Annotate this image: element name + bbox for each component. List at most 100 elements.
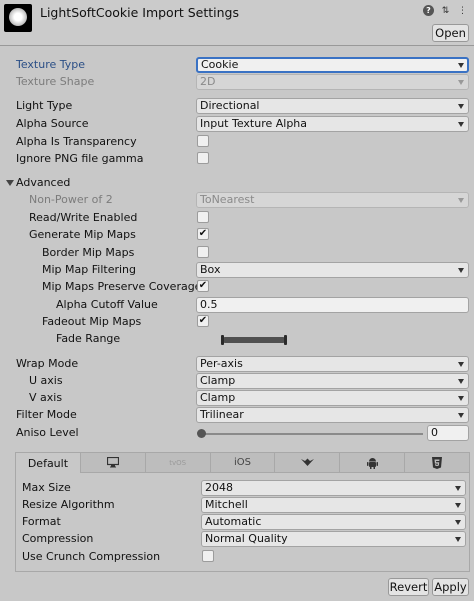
monitor-icon xyxy=(106,457,119,468)
aniso-level-slider-handle[interactable] xyxy=(197,429,206,438)
fadeout-mip-maps-checkbox[interactable]: ✔ xyxy=(197,315,209,327)
u-axis-dropdown[interactable]: Clamp xyxy=(196,373,469,389)
resize-algorithm-row: Resize Algorithm Mitchell xyxy=(1,497,474,514)
tab-ios[interactable]: iOS xyxy=(210,453,276,473)
v-axis-value: Clamp xyxy=(200,391,236,404)
u-axis-row: U axis Clamp xyxy=(0,373,474,390)
advanced-foldout[interactable]: Advanced xyxy=(0,175,474,192)
mip-map-filtering-value: Box xyxy=(200,263,221,276)
wrap-mode-dropdown[interactable]: Per-axis xyxy=(196,356,469,372)
aniso-level-label: Aniso Level xyxy=(16,426,79,439)
foldout-arrow-icon[interactable] xyxy=(6,180,14,186)
non-power-of-2-value: ToNearest xyxy=(200,193,255,206)
read-write-row: Read/Write Enabled xyxy=(0,210,474,227)
max-size-row: Max Size 2048 xyxy=(1,480,474,497)
fade-range-max-handle[interactable] xyxy=(284,335,287,345)
texture-type-dropdown[interactable]: Cookie xyxy=(196,57,469,73)
wrap-mode-label: Wrap Mode xyxy=(16,357,79,370)
format-value: Automatic xyxy=(205,515,262,528)
wrap-mode-value: Per-axis xyxy=(200,357,243,370)
menu-icon[interactable]: ⋮ xyxy=(457,5,468,16)
alpha-is-transparency-checkbox[interactable] xyxy=(197,135,209,147)
light-type-row: Light Type Directional xyxy=(0,98,474,115)
platform-settings-panel: Default tvOS iOS Max Size 2048 Resize Al… xyxy=(15,452,470,572)
aniso-level-slider-track[interactable] xyxy=(201,433,423,435)
resize-algorithm-label: Resize Algorithm xyxy=(22,498,115,511)
tab-android[interactable] xyxy=(340,453,406,473)
wrap-mode-row: Wrap Mode Per-axis xyxy=(0,356,474,373)
alpha-cutoff-field[interactable]: 0.5 xyxy=(196,297,469,313)
alpha-cutoff-row: Alpha Cutoff Value 0.5 xyxy=(0,297,474,314)
u-axis-label: U axis xyxy=(29,374,63,387)
preset-icon[interactable]: ⇅ xyxy=(440,5,451,16)
html5-icon xyxy=(432,456,443,469)
max-size-label: Max Size xyxy=(22,481,71,494)
chevron-down-icon xyxy=(458,362,464,367)
tab-html5[interactable] xyxy=(405,453,470,473)
v-axis-dropdown[interactable]: Clamp xyxy=(196,390,469,406)
alpha-source-row: Alpha Source Input Texture Alpha xyxy=(0,116,474,133)
texture-preview-thumbnail xyxy=(4,4,32,32)
filter-mode-label: Filter Mode xyxy=(16,408,77,421)
filter-mode-dropdown[interactable]: Trilinear xyxy=(196,407,469,423)
chevron-down-icon xyxy=(455,486,461,491)
read-write-label: Read/Write Enabled xyxy=(29,211,138,224)
use-crunch-checkbox[interactable] xyxy=(202,550,214,562)
texture-type-row: Texture Type Cookie xyxy=(0,57,474,74)
alpha-is-transparency-row: Alpha Is Transparency xyxy=(0,134,474,151)
max-size-dropdown[interactable]: 2048 xyxy=(201,480,466,496)
mip-map-filtering-dropdown[interactable]: Box xyxy=(196,262,469,278)
border-mip-maps-row: Border Mip Maps xyxy=(0,245,474,262)
resize-algorithm-dropdown[interactable]: Mitchell xyxy=(201,497,466,513)
use-crunch-row: Use Crunch Compression xyxy=(1,549,474,566)
light-type-dropdown[interactable]: Directional xyxy=(196,98,469,114)
v-axis-row: V axis Clamp xyxy=(0,390,474,407)
texture-shape-value: 2D xyxy=(200,75,216,88)
non-power-of-2-label: Non-Power of 2 xyxy=(29,193,113,206)
tab-default[interactable]: Default xyxy=(16,453,81,473)
chevron-down-icon xyxy=(455,520,461,525)
filter-mode-row: Filter Mode Trilinear xyxy=(0,407,474,424)
generate-mip-maps-label: Generate Mip Maps xyxy=(29,228,136,241)
ignore-png-gamma-checkbox[interactable] xyxy=(197,152,209,164)
generate-mip-maps-checkbox[interactable]: ✔ xyxy=(197,228,209,240)
light-type-label: Light Type xyxy=(16,99,73,112)
compression-dropdown[interactable]: Normal Quality xyxy=(201,531,466,547)
alpha-cutoff-label: Alpha Cutoff Value xyxy=(56,298,158,311)
non-power-of-2-dropdown: ToNearest xyxy=(196,192,469,208)
inspector-header: LightSoftCookie Import Settings ? ⇅ ⋮ Op… xyxy=(0,0,474,46)
header-icons: ? ⇅ ⋮ xyxy=(423,5,468,16)
read-write-checkbox[interactable] xyxy=(197,211,209,223)
revert-button[interactable]: Revert xyxy=(388,578,429,596)
u-axis-value: Clamp xyxy=(200,374,236,387)
texture-shape-dropdown: 2D xyxy=(196,74,469,90)
fadeout-mip-maps-label: Fadeout Mip Maps xyxy=(42,315,142,328)
fade-range-slider[interactable] xyxy=(222,337,286,343)
tab-tvos[interactable]: tvOS xyxy=(145,453,211,473)
fade-range-row: Fade Range xyxy=(0,331,474,348)
chevron-down-icon xyxy=(458,198,464,203)
fade-range-min-handle[interactable] xyxy=(221,335,224,345)
aniso-level-field[interactable]: 0 xyxy=(427,425,469,441)
v-axis-label: V axis xyxy=(29,391,63,404)
inspector-title: LightSoftCookie Import Settings xyxy=(40,5,239,20)
open-button[interactable]: Open xyxy=(432,24,469,42)
filter-mode-value: Trilinear xyxy=(200,408,244,421)
chevron-down-icon xyxy=(455,503,461,508)
light-type-value: Directional xyxy=(200,99,260,112)
tab-standalone[interactable] xyxy=(80,453,146,473)
format-dropdown[interactable]: Automatic xyxy=(201,514,466,530)
resize-algorithm-value: Mitchell xyxy=(205,498,248,511)
fade-range-label: Fade Range xyxy=(56,332,121,345)
chevron-down-icon xyxy=(458,104,464,109)
tab-webgl[interactable] xyxy=(275,453,341,473)
non-power-of-2-row: Non-Power of 2 ToNearest xyxy=(0,192,474,209)
generate-mip-maps-row: Generate Mip Maps ✔ xyxy=(0,227,474,244)
alpha-source-dropdown[interactable]: Input Texture Alpha xyxy=(196,116,469,132)
help-icon[interactable]: ? xyxy=(423,5,434,16)
compression-row: Compression Normal Quality xyxy=(1,531,474,548)
android-icon xyxy=(366,457,378,469)
border-mip-maps-checkbox[interactable] xyxy=(197,246,209,258)
mip-maps-preserve-coverage-checkbox[interactable]: ✔ xyxy=(197,280,209,292)
apply-button[interactable]: Apply xyxy=(432,578,469,596)
